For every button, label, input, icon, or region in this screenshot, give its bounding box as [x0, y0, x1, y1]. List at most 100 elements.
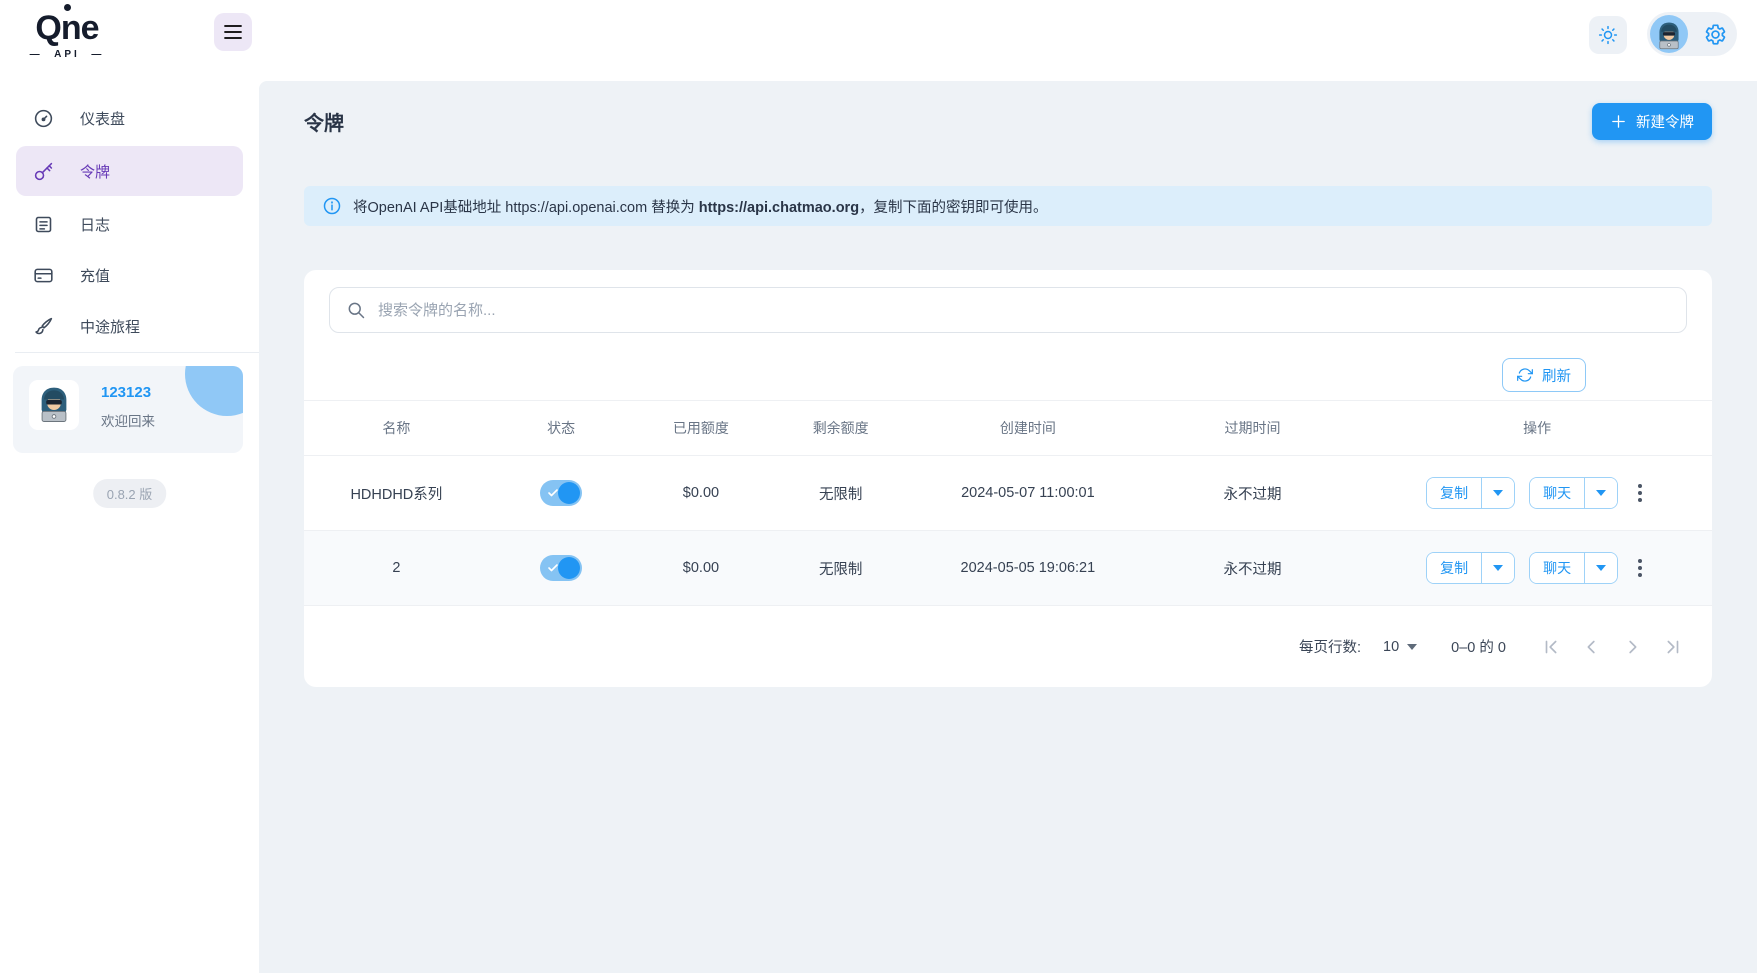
page-title: 令牌 [304, 113, 344, 135]
sidebar-item-label: 令牌 [80, 163, 111, 181]
chat-dropdown-button[interactable] [1585, 553, 1618, 583]
search-input[interactable] [329, 287, 1687, 333]
created-time: 2024-05-07 11:00:01 [961, 485, 1095, 501]
logs-icon [33, 214, 54, 235]
chevron-right-icon [1629, 640, 1637, 653]
chat-dropdown-button[interactable] [1585, 478, 1618, 508]
rows-per-page-select[interactable]: 10 [1383, 639, 1418, 655]
version-badge: 0.8.2 版 [92, 479, 167, 508]
chevron-down-icon [1493, 490, 1504, 496]
profile-menu-button[interactable] [1647, 12, 1737, 56]
tokens-panel: 刷新 名称 状态 已用额度 剩余额度 创建时间 过期时间 操作 [304, 270, 1712, 687]
used-quota: $0.00 [682, 485, 720, 501]
last-page-button[interactable] [1652, 627, 1692, 667]
remaining-quota: 无限制 [818, 486, 863, 503]
status-toggle[interactable] [540, 555, 583, 581]
topbar [259, 0, 1757, 81]
last-page-icon [1667, 640, 1679, 653]
remaining-quota: 无限制 [818, 561, 863, 578]
copy-dropdown-button[interactable] [1482, 478, 1515, 508]
first-page-button[interactable] [1532, 627, 1572, 667]
new-token-button[interactable]: 新建令牌 [1592, 103, 1712, 140]
column-header-created: 创建时间 [999, 420, 1056, 436]
chat-button-group: 聊天 [1529, 552, 1619, 584]
hamburger-icon [224, 25, 242, 39]
column-header-used: 已用额度 [672, 420, 729, 436]
sidebar-item-label: 中途旅程 [80, 318, 141, 336]
theme-toggle-button[interactable] [1589, 16, 1627, 54]
expire-time: 永不过期 [1223, 561, 1282, 578]
refresh-button[interactable]: 刷新 [1502, 358, 1586, 392]
user-greeting: 欢迎回来 [101, 414, 155, 429]
refresh-label: 刷新 [1542, 368, 1571, 385]
table-header-row: 名称 状态 已用额度 剩余额度 创建时间 过期时间 操作 [304, 400, 1712, 456]
column-header-expires: 过期时间 [1224, 420, 1281, 436]
credit-card-icon [33, 265, 54, 286]
status-toggle[interactable] [540, 480, 583, 506]
brand-subtitle: API [54, 49, 80, 60]
chat-button[interactable]: 聊天 [1530, 478, 1586, 508]
plus-icon [1610, 113, 1627, 130]
banner-text: 将OpenAI API基础地址 https://api.openai.com 替… [353, 199, 1048, 216]
copy-button-group: 复制 [1426, 552, 1516, 584]
sidebar-item-recharge[interactable]: 充值 [16, 252, 243, 298]
column-header-status: 状态 [547, 420, 576, 436]
sidebar: Qne — API — 仪表盘 令牌 日志 充值 中途旅程 123123 欢迎回… [0, 0, 259, 973]
chevron-down-icon [1407, 643, 1418, 650]
row-more-menu-button[interactable] [1632, 553, 1648, 583]
search-icon [346, 300, 366, 320]
avatar [1650, 15, 1688, 53]
column-header-actions: 操作 [1523, 420, 1552, 436]
row-more-menu-button[interactable] [1632, 478, 1648, 508]
table-row: 2 $0.00 无限制 2024-05-05 19:06:21 永不过期 复制 … [304, 530, 1712, 606]
paintbrush-icon [33, 316, 54, 337]
chevron-down-icon [1596, 490, 1607, 496]
info-icon [322, 196, 342, 216]
chat-button-group: 聊天 [1529, 477, 1619, 509]
table-row: HDHDHD系列 $0.00 无限制 2024-05-07 11:00:01 永… [304, 456, 1712, 531]
sidebar-item-label: 仪表盘 [80, 110, 126, 128]
copy-button[interactable]: 复制 [1427, 553, 1483, 583]
pagination-range: 0–0 的 0 [1451, 640, 1506, 656]
sidebar-item-logs[interactable]: 日志 [16, 201, 243, 247]
user-card[interactable]: 123123 欢迎回来 [13, 366, 243, 453]
copy-dropdown-button[interactable] [1482, 553, 1515, 583]
used-quota: $0.00 [682, 560, 720, 576]
copy-button-group: 复制 [1426, 477, 1516, 509]
new-token-label: 新建令牌 [1636, 115, 1694, 131]
sidebar-item-dashboard[interactable]: 仪表盘 [16, 95, 243, 141]
next-page-button[interactable] [1612, 627, 1652, 667]
gear-icon [1704, 23, 1727, 46]
chevron-left-icon [1587, 640, 1595, 653]
sidebar-nav: 仪表盘 令牌 日志 充值 中途旅程 [0, 90, 259, 354]
avatar [29, 380, 79, 430]
token-name: 2 [392, 560, 401, 576]
chat-button[interactable]: 聊天 [1530, 553, 1586, 583]
chevron-down-icon [1596, 565, 1607, 571]
sidebar-item-label: 充值 [80, 267, 111, 285]
app-window: Qne — API — 仪表盘 令牌 日志 充值 中途旅程 123123 欢迎回… [0, 0, 1757, 973]
pagination: 每页行数: 10 0–0 的 0 [304, 606, 1712, 687]
first-page-icon [1545, 640, 1557, 653]
expire-time: 永不过期 [1223, 486, 1282, 503]
copy-button[interactable]: 复制 [1427, 478, 1483, 508]
info-banner: 将OpenAI API基础地址 https://api.openai.com 替… [304, 186, 1712, 226]
sidebar-divider [15, 352, 259, 353]
main-content: 令牌 新建令牌 将OpenAI API基础地址 https://api.open… [259, 81, 1757, 973]
created-time: 2024-05-05 19:06:21 [960, 560, 1096, 576]
user-name: 123123 [101, 384, 152, 401]
tokens-table: 名称 状态 已用额度 剩余额度 创建时间 过期时间 操作 HDHDHD系列 $0… [304, 400, 1712, 606]
token-name: HDHDHD系列 [350, 486, 443, 503]
prev-page-button[interactable] [1572, 627, 1612, 667]
app-logo: Qne — API — [29, 9, 105, 60]
sidebar-toggle-button[interactable] [214, 13, 252, 51]
column-header-remaining: 剩余额度 [812, 420, 869, 436]
sun-icon [1598, 25, 1618, 45]
sidebar-item-midjourney[interactable]: 中途旅程 [16, 303, 243, 349]
rows-per-page-label: 每页行数: [1299, 640, 1362, 656]
refresh-icon [1517, 367, 1533, 383]
dashboard-icon [33, 108, 54, 129]
sidebar-item-label: 日志 [80, 216, 111, 234]
sidebar-item-tokens[interactable]: 令牌 [16, 146, 243, 196]
column-header-name: 名称 [382, 420, 411, 436]
